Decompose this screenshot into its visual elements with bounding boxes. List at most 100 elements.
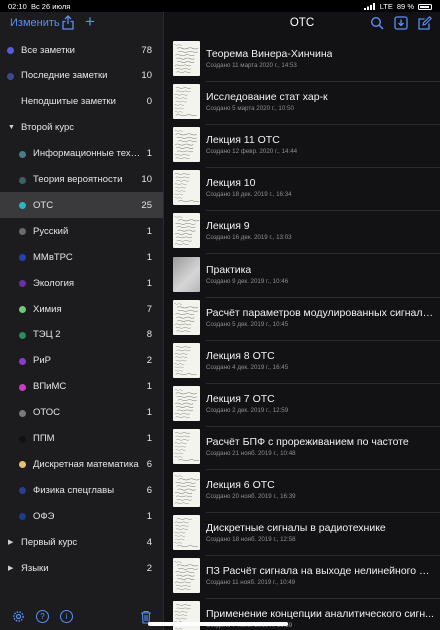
chevron-down-icon[interactable]: ▼ xyxy=(8,124,15,131)
note-thumbnail xyxy=(173,428,200,464)
note-date: Создано 4 дек. 2019 г., 16:45 xyxy=(206,363,289,371)
note-row[interactable]: Практика Создано 9 дек. 2019 г., 10:46 xyxy=(164,255,440,298)
note-row[interactable]: Лекция 11 ОТС Создано 12 февр. 2020 г., … xyxy=(164,125,440,169)
sidebar-toolbar: Изменить + xyxy=(0,12,163,37)
folder-count: 1 xyxy=(146,510,152,522)
note-row[interactable]: Теорема Винера-Хинчина Создано 11 марта … xyxy=(164,39,440,82)
sidebar-folder-14[interactable]: ОФЭ 1 xyxy=(0,503,163,529)
sidebar-folder-7[interactable]: ТЭЦ 2 8 xyxy=(0,322,163,348)
chevron-right-icon[interactable]: ▶ xyxy=(8,564,13,572)
note-row[interactable]: Расчёт БПФ с прореживанием по частоте Со… xyxy=(164,427,440,470)
note-title: Лекция 11 ОТС xyxy=(206,134,280,147)
help-icon[interactable]: ? xyxy=(36,610,49,623)
folder-count: 6 xyxy=(146,484,152,496)
info-icon[interactable]: i xyxy=(60,610,73,623)
sidebar: Изменить + Все заметки 78 Последние заме… xyxy=(0,12,163,630)
status-right: LTE 89 % xyxy=(363,2,432,11)
sidebar-group-closed-0[interactable]: ▶ Первый курс 4 xyxy=(0,529,163,555)
note-date: Создано 5 дек. 2019 г., 10:45 xyxy=(206,320,289,328)
download-icon[interactable] xyxy=(394,16,408,30)
gear-icon[interactable] xyxy=(12,610,25,623)
folder-count: 8 xyxy=(146,329,152,341)
sidebar-folder-10[interactable]: ОТОС 1 xyxy=(0,400,163,426)
note-row[interactable]: Лекция 6 ОТС Создано 20 нояб. 2019 г., 1… xyxy=(164,470,440,513)
group-count: 4 xyxy=(146,536,152,548)
folder-color-dot xyxy=(19,409,26,417)
note-thumbnail xyxy=(173,41,200,76)
signal-icon xyxy=(363,3,375,10)
note-title: Расчёт БПФ с прореживанием по частоте xyxy=(206,435,409,448)
note-thumbnail xyxy=(173,299,200,335)
sidebar-folder-1[interactable]: Теория вероятности 10 xyxy=(0,167,163,193)
sidebar-folder-3[interactable]: Русский 1 xyxy=(0,218,163,244)
share-icon[interactable] xyxy=(62,15,74,35)
note-row[interactable]: Лекция 9 Создано 16 дек. 2019 г., 13:03 xyxy=(164,211,440,255)
note-row[interactable]: Лекция 8 ОТС Создано 4 дек. 2019 г., 16:… xyxy=(164,341,440,384)
note-title: Лекция 10 xyxy=(206,177,256,190)
add-folder-icon[interactable]: + xyxy=(85,13,95,30)
note-title: Дискретные сигналы в радиотехнике xyxy=(206,522,386,535)
folder-label: ОФЭ xyxy=(33,510,55,522)
compose-icon[interactable] xyxy=(418,16,432,30)
edit-button[interactable]: Изменить xyxy=(10,17,60,29)
note-date: Создано 12 февр. 2020 г., 14:44 xyxy=(206,148,298,156)
folder-color-dot xyxy=(19,228,26,236)
sidebar-folder-0[interactable]: Информационные техно... 1 xyxy=(0,141,163,167)
note-row[interactable]: ПЗ Расчёт сигнала на выходе нелинейного … xyxy=(164,556,440,600)
folder-label: Русский xyxy=(33,225,69,237)
note-thumbnail xyxy=(173,515,200,551)
note-row[interactable]: Дискретные сигналы в радиотехнике Создан… xyxy=(164,513,440,557)
sidebar-folder-5[interactable]: Экология 1 xyxy=(0,270,163,296)
sidebar-folder-6[interactable]: Химия 7 xyxy=(0,296,163,322)
sidebar-group-closed-1[interactable]: ▶ Языки 2 xyxy=(0,555,163,581)
sidebar-folder-9[interactable]: ВПиМС 1 xyxy=(0,374,163,400)
sidebar-item-0[interactable]: Все заметки 78 xyxy=(0,37,163,63)
note-title: Теорема Винера-Хинчина xyxy=(206,48,333,60)
sidebar-item-1[interactable]: Последние заметки 10 xyxy=(0,63,163,89)
sidebar-folder-12[interactable]: Дискретная математика 6 xyxy=(0,451,163,477)
note-date: Создано 2 дек. 2019 г., 12:59 xyxy=(206,406,289,414)
note-date: Создано 16 дек. 2019 г., 13:03 xyxy=(206,234,292,242)
folder-count: 1 xyxy=(146,277,152,289)
folder-label: Химия xyxy=(33,303,62,315)
sidebar-item-2[interactable]: Неподшитые заметки 0 xyxy=(0,89,163,115)
folder-color-dot xyxy=(19,176,26,184)
toolbar-actions xyxy=(370,16,432,30)
folder-color-dot xyxy=(19,461,26,469)
folder-color-dot xyxy=(19,513,26,521)
note-row[interactable]: Исследование стат хар-к Создано 5 марта … xyxy=(164,82,440,126)
sidebar-folder-13[interactable]: Физика спецглавы 6 xyxy=(0,477,163,503)
note-list-pane: ОТС Теорема Винера-Хинчина Создано 11 ма… xyxy=(164,12,440,630)
note-title: Применение концепции аналитического сигн… xyxy=(206,608,434,621)
group-label: Второй курс xyxy=(21,122,75,134)
folder-count: 1 xyxy=(146,381,152,393)
sidebar-folder-4[interactable]: ММвТРС 1 xyxy=(0,244,163,270)
search-icon[interactable] xyxy=(370,16,384,30)
folder-label: ППМ xyxy=(33,433,55,444)
note-title: Лекция 9 xyxy=(206,220,250,233)
note-title: Исследование стат хар-к xyxy=(206,91,328,104)
network-label: LTE xyxy=(379,2,393,11)
sidebar-folder-2[interactable]: ОТС 25 xyxy=(0,192,163,219)
folder-label: Информационные техно... xyxy=(33,148,141,160)
note-date: Создано 20 нояб. 2019 г., 16:39 xyxy=(206,493,296,500)
folder-color-dot xyxy=(19,202,26,210)
battery-percent: 89 % xyxy=(396,2,414,11)
note-row[interactable]: Лекция 7 ОТС Создано 2 дек. 2019 г., 12:… xyxy=(164,384,440,427)
note-row[interactable]: Расчёт параметров модулированных сигнало… xyxy=(164,298,440,341)
sidebar-folder-11[interactable]: ППМ 1 xyxy=(0,426,163,452)
note-thumbnail xyxy=(173,256,200,292)
note-row[interactable]: Лекция 10 Создано 18 дек. 2019 г., 16:34 xyxy=(164,168,440,212)
folder-count: 7 xyxy=(146,303,152,315)
folder-label: ТЭЦ 2 xyxy=(33,329,61,341)
chevron-right-icon[interactable]: ▶ xyxy=(8,538,13,546)
sidebar-folder-8[interactable]: РиР 2 xyxy=(0,348,163,374)
sidebar-group-open[interactable]: ▼ Второй курс xyxy=(0,115,163,141)
group-count: 2 xyxy=(146,562,152,574)
folder-label: ОТС xyxy=(33,199,54,211)
folder-label: Неподшитые заметки xyxy=(21,96,116,108)
folder-count: 1 xyxy=(146,148,152,160)
note-title: ПЗ Расчёт сигнала на выходе нелинейного … xyxy=(206,565,434,578)
note-date: Создано 5 марта 2020 г., 10:50 xyxy=(206,105,294,113)
home-indicator[interactable] xyxy=(148,622,288,626)
